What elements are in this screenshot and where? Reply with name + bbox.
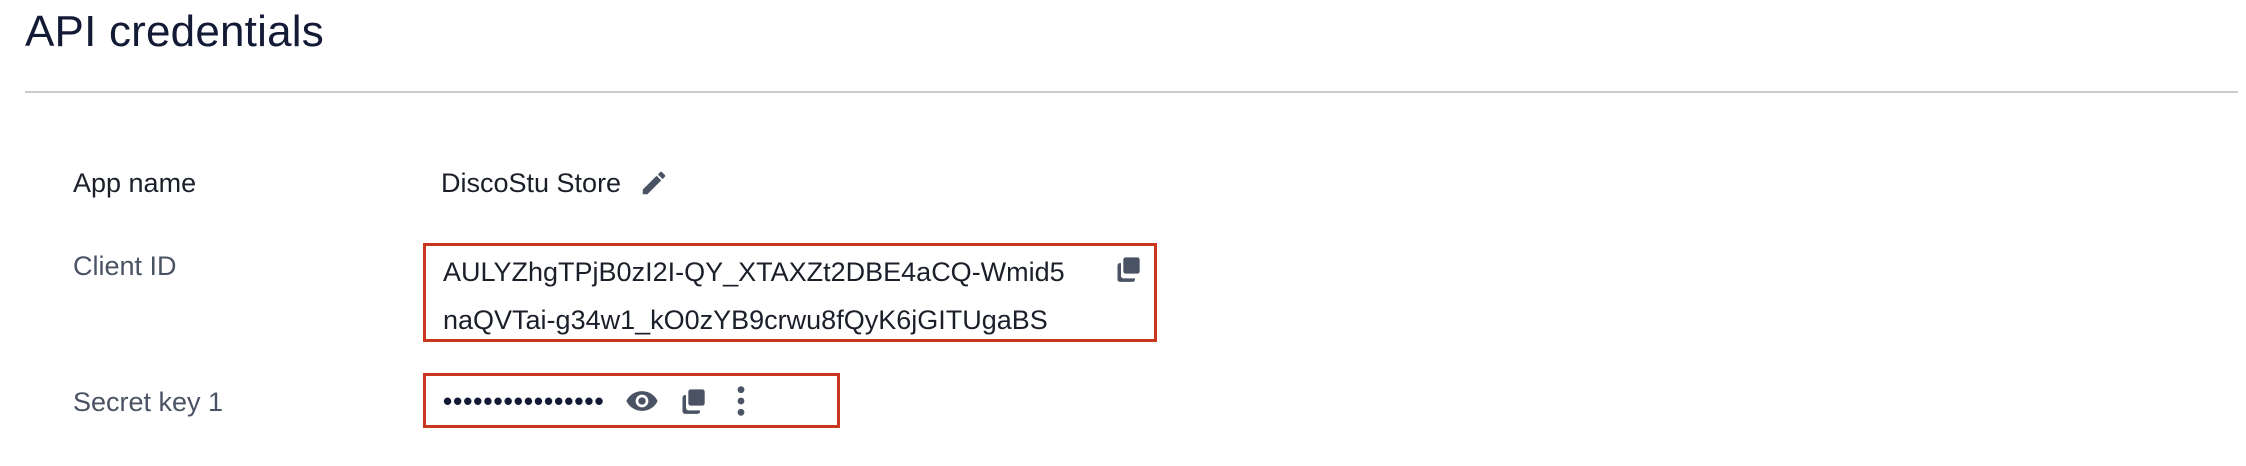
app-name-value-row: DiscoStu Store bbox=[441, 166, 669, 200]
pencil-icon[interactable] bbox=[639, 168, 669, 198]
secret-key-masked-value: •••••••••••••••• bbox=[443, 385, 605, 416]
copy-icon[interactable] bbox=[679, 387, 707, 415]
more-vertical-icon[interactable] bbox=[727, 384, 755, 418]
client-id-highlight-box: AULYZhgTPjB0zI2I-QY_XTAXZt2DBE4aCQ-Wmid5… bbox=[423, 243, 1157, 342]
client-id-line-1: AULYZhgTPjB0zI2I-QY_XTAXZt2DBE4aCQ-Wmid5 bbox=[443, 257, 1065, 287]
eye-icon[interactable] bbox=[625, 384, 659, 418]
app-name-label: App name bbox=[73, 168, 197, 198]
client-id-line-2: naQVTai-g34w1_kO0zYB9crwu8fQyK6jGITUgaBS bbox=[443, 305, 1048, 335]
secret-key-label: Secret key 1 bbox=[73, 387, 224, 417]
divider bbox=[25, 91, 2238, 93]
api-credentials-panel: API credentials App name DiscoStu Store … bbox=[0, 0, 2246, 466]
app-name-value: DiscoStu Store bbox=[441, 168, 622, 198]
copy-icon[interactable] bbox=[1114, 255, 1142, 283]
client-id-label: Client ID bbox=[73, 251, 177, 281]
page-title: API credentials bbox=[25, 7, 324, 56]
secret-key-highlight-box: •••••••••••••••• bbox=[423, 373, 840, 428]
